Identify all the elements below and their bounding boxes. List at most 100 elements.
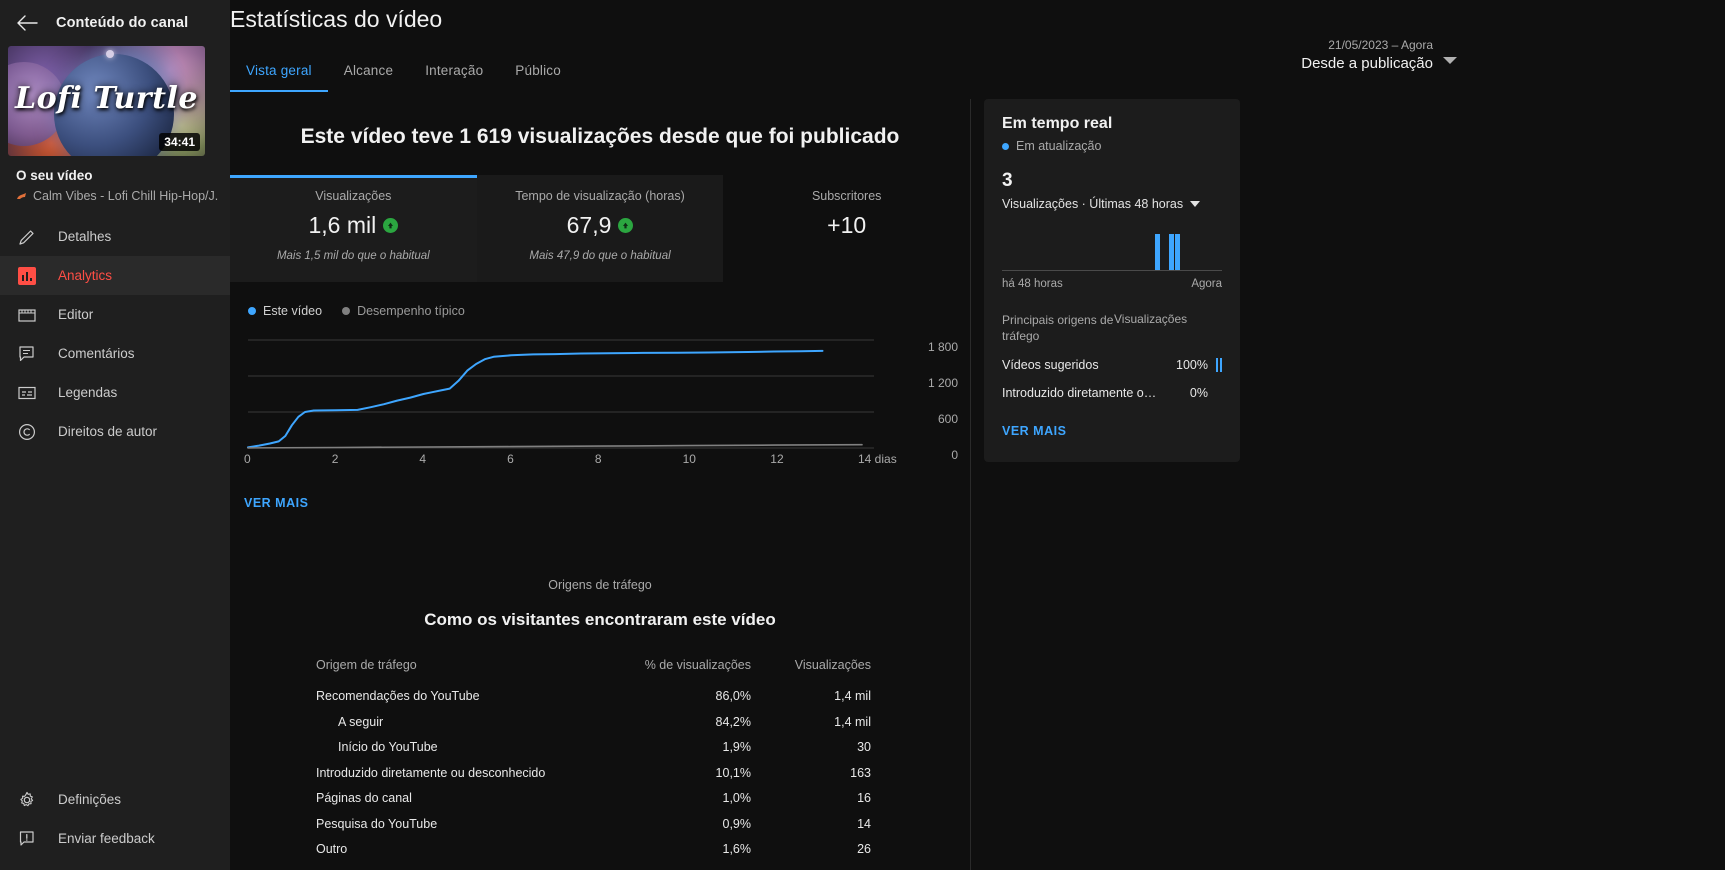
cell-source: Introduzido diretamente ou desconhecido	[316, 765, 546, 780]
sidebar-item-legendas[interactable]: Legendas	[0, 373, 230, 412]
realtime-table-row[interactable]: Vídeos sugeridos 100%	[1002, 358, 1222, 373]
tab-alcance[interactable]: Alcance	[328, 57, 409, 92]
sidebar-item-label: Enviar feedback	[58, 831, 155, 846]
realtime-bar	[1175, 234, 1181, 270]
sidebar-item-editor[interactable]: Editor	[0, 295, 230, 334]
realtime-axis-right: Agora	[1191, 278, 1222, 290]
metric-sub: Mais 1,5 mil do que o habitual	[276, 250, 430, 262]
realtime-table-header: Principais origens de tráfego Visualizaç…	[1002, 312, 1222, 344]
legend-label: Este vídeo	[263, 304, 323, 318]
x-tick-label: 14 dias	[858, 452, 897, 466]
legend-item-este-video[interactable]: Este vídeo	[248, 304, 322, 318]
chevron-down-icon	[1190, 201, 1201, 207]
tab-publico[interactable]: Público	[499, 57, 577, 92]
your-video-label: O seu vídeo	[16, 168, 93, 183]
table-row[interactable]: Introduzido diretamente ou desconhecido …	[316, 760, 871, 786]
comment-icon	[16, 343, 38, 365]
video-thumbnail[interactable]: Lofi Turtle 34:41	[8, 46, 205, 156]
pencil-icon	[16, 226, 38, 248]
metric-card-subscritores[interactable]: Subscritores +10	[723, 175, 970, 282]
video-title-text: Calm Vibes - Lofi Chill Hip-Hop/J...	[33, 189, 218, 203]
date-range-selector[interactable]: 21/05/2023 – Agora Desde a publicação	[1203, 38, 1433, 72]
x-tick-label: 8	[594, 452, 602, 466]
sidebar-item-enviar-feedback[interactable]: Enviar feedback	[0, 819, 230, 858]
tab-label: Alcance	[343, 63, 394, 78]
sidebar-item-definicoes[interactable]: Definições	[0, 780, 230, 819]
x-tick-label: 0	[244, 452, 251, 466]
legend-label: Desempenho típico	[357, 304, 465, 318]
cell-percent: 1,0%	[722, 791, 752, 806]
table-row[interactable]: Outro 1,6% 26	[316, 837, 871, 863]
realtime-card: Em tempo real Em atualização 3 Visualiza…	[984, 99, 1240, 463]
metric-card-tempo-de-visualizacao[interactable]: Tempo de visualização (horas) 67,9 Mais …	[476, 175, 724, 282]
metric-card-visualizacoes[interactable]: Visualizações 1,6 mil Mais 1,5 mil do qu…	[230, 175, 477, 282]
gear-icon	[16, 789, 38, 811]
arrow-left-icon[interactable]	[16, 12, 38, 34]
cell-source: Pesquisa do YouTube	[316, 816, 438, 831]
realtime-column: Em tempo real Em atualização 3 Visualiza…	[970, 99, 1725, 870]
metric-value-row: 67,9	[485, 212, 716, 239]
chevron-down-icon[interactable]	[1443, 57, 1457, 64]
sidebar-item-label: Legendas	[58, 385, 118, 400]
content-area: Este vídeo teve 1 619 visualizações desd…	[230, 99, 1725, 870]
ver-mais-realtime-link[interactable]: VER MAIS	[1002, 424, 1066, 438]
sidebar-bottom-menu: Definições Enviar feedback	[0, 780, 230, 858]
sidebar-item-detalhes[interactable]: Detalhes	[0, 217, 230, 256]
traffic-section-title: Como os visitantes encontraram este víde…	[424, 610, 776, 629]
tab-vista-geral[interactable]: Vista geral	[230, 57, 328, 92]
analytics-icon	[16, 265, 38, 287]
table-row[interactable]: Pesquisa do YouTube 0,9% 14	[316, 811, 871, 837]
video-meta: O seu vídeo Calm Vibes - Lofi Chill Hip-…	[0, 156, 230, 203]
metric-cards: Visualizações 1,6 mil Mais 1,5 mil do qu…	[230, 175, 970, 282]
cell-views: 26	[857, 842, 871, 857]
table-row[interactable]: Início do YouTube 1,9% 30	[316, 735, 871, 761]
tab-bar: Vista geral Alcance Interação Público	[230, 57, 577, 92]
sidebar-item-analytics[interactable]: Analytics	[0, 256, 230, 295]
realtime-selector-label: Visualizações · Últimas 48 horas	[1002, 197, 1184, 211]
realtime-table-row[interactable]: Introduzido diretamente ou de... 0%	[1002, 386, 1222, 400]
music-note-icon	[17, 192, 26, 199]
sidebar-header: Conteúdo do canal	[0, 0, 230, 46]
cell-source: Início do YouTube	[338, 740, 438, 755]
column-divider	[970, 99, 971, 870]
film-icon	[16, 304, 38, 326]
realtime-count: 3	[1002, 170, 1013, 191]
main-content: Estatísticas do vídeo Vista geral Alcanc…	[230, 0, 1725, 870]
metric-value: +10	[827, 212, 867, 238]
y-tick-label: 1 800	[927, 340, 958, 354]
cell-source: Outro	[316, 842, 348, 857]
x-tick-label: 10	[682, 452, 696, 466]
sidebar-item-comentarios[interactable]: Comentários	[0, 334, 230, 373]
realtime-bar-chart	[1002, 223, 1222, 271]
cell-views: 14	[857, 816, 871, 831]
ver-mais-chart-link[interactable]: VER MAIS	[244, 496, 308, 510]
table-header-row: Origem de tráfego % de visualizações Vis…	[316, 652, 871, 678]
realtime-axis: há 48 horas Agora	[1002, 278, 1222, 290]
y-tick-label: 600	[937, 412, 958, 426]
sidebar-item-label: Comentários	[58, 346, 135, 361]
cell-percent: 84,2%	[715, 714, 751, 729]
views-line-chart[interactable]: 1 800 1 200 600 0 0 2 4 6 8 10 12 14 dias	[230, 332, 970, 482]
sidebar-item-direitos-de-autor[interactable]: Direitos de autor	[0, 412, 230, 451]
cell-source: Páginas do canal	[316, 791, 412, 806]
chart-svg	[247, 339, 874, 449]
table-row[interactable]: Recomendações do YouTube 86,0% 1,4 mil	[316, 684, 871, 710]
realtime-metric-selector[interactable]: Visualizações · Últimas 48 horas	[1002, 197, 1222, 211]
x-tick-label: 4	[419, 452, 427, 466]
table-row[interactable]: A seguir 84,2% 1,4 mil	[316, 709, 871, 735]
x-tick-label: 6	[507, 452, 514, 466]
cell-source: A seguir	[338, 714, 384, 729]
sidebar-item-label: Direitos de autor	[58, 424, 158, 439]
video-duration-badge: 34:41	[159, 133, 200, 151]
tab-interacao[interactable]: Interação	[409, 57, 499, 92]
chart-x-axis-labels: 0 2 4 6 8 10 12 14 dias	[230, 452, 970, 474]
table-row[interactable]: Páginas do canal 1,0% 16	[316, 786, 871, 812]
legend-item-desempenho-tipico[interactable]: Desempenho típico	[342, 304, 465, 318]
copyright-icon	[16, 421, 38, 443]
metric-sub: Mais 47,9 do que o habitual	[529, 250, 671, 262]
metric-value-row: +10	[731, 212, 962, 239]
realtime-title: Em tempo real	[1002, 115, 1113, 132]
cell-source: Recomendações do YouTube	[316, 689, 480, 704]
legend-dot	[248, 307, 256, 315]
cell-percent: 10,1%	[715, 765, 751, 780]
